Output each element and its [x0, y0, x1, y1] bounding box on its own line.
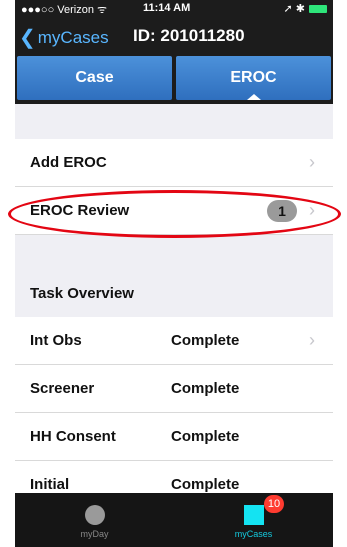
status-right-icons: ➚ ✱ [283, 2, 327, 15]
section-spacer [15, 235, 333, 269]
phone-screen: ●●●○○ Verizon ᯤ 11:14 AM ➚ ✱ ❮ myCases I… [0, 0, 347, 547]
task-label: Screener [30, 380, 95, 397]
bottom-tab-bar: myDay 10 myCases [15, 493, 333, 547]
chevron-right-icon: › [309, 152, 315, 172]
back-button[interactable]: ❮ myCases [19, 25, 109, 50]
task-status: Complete [171, 476, 240, 493]
status-bar: ●●●○○ Verizon ᯤ 11:14 AM ➚ ✱ [15, 0, 333, 18]
eroc-review-label: EROC Review [30, 202, 130, 219]
tabbar-item-mycases[interactable]: 10 myCases [174, 493, 333, 547]
eroc-review-count-badge: 1 [267, 199, 297, 222]
chevron-right-icon: › [309, 330, 315, 350]
tab-case[interactable]: Case [17, 56, 172, 100]
battery-icon [309, 4, 327, 13]
mycases-square-icon [243, 505, 264, 525]
section-spacer [15, 104, 333, 139]
task-status: Complete [171, 332, 240, 349]
task-status: Complete [171, 380, 240, 397]
segmented-tabs: Case EROC [15, 54, 333, 104]
eroc-review-row[interactable]: EROC Review 1 › [15, 187, 333, 235]
task-label: Int Obs [30, 332, 82, 349]
tabbar-item-myday[interactable]: myDay [15, 493, 174, 547]
status-time: 11:14 AM [143, 2, 191, 14]
location-bluetooth-icons: ➚ ✱ [283, 3, 306, 15]
chevron-right-icon: › [309, 200, 315, 220]
task-row-int-obs[interactable]: Int Obs Complete › [15, 317, 333, 365]
content-list: Add EROC › EROC Review 1 › Task Overview… [15, 104, 333, 509]
mycases-count-badge: 10 [264, 495, 284, 513]
navigation-bar: ❮ myCases ID: 201011280 [15, 18, 333, 54]
task-row-hh-consent: HH Consent Complete [15, 413, 333, 461]
task-label: HH Consent [30, 428, 116, 445]
myday-circle-icon [84, 505, 105, 525]
task-status: Complete [171, 428, 240, 445]
tabbar-label: myCases [234, 529, 273, 539]
task-overview-header: Task Overview [15, 269, 333, 317]
add-eroc-row[interactable]: Add EROC › [15, 139, 333, 187]
task-label: Initial [30, 476, 70, 493]
add-eroc-label: Add EROC [30, 154, 107, 171]
page-title: ID: 201011280 [133, 26, 245, 45]
tab-eroc[interactable]: EROC [176, 56, 331, 100]
task-row-screener: Screener Complete [15, 365, 333, 413]
back-label: myCases [37, 27, 109, 47]
carrier-signal: ●●●○○ Verizon ᯤ [21, 4, 108, 16]
chevron-left-icon: ❮ [19, 27, 36, 49]
tabbar-label: myDay [80, 529, 109, 539]
task-overview-title: Task Overview [30, 284, 134, 302]
